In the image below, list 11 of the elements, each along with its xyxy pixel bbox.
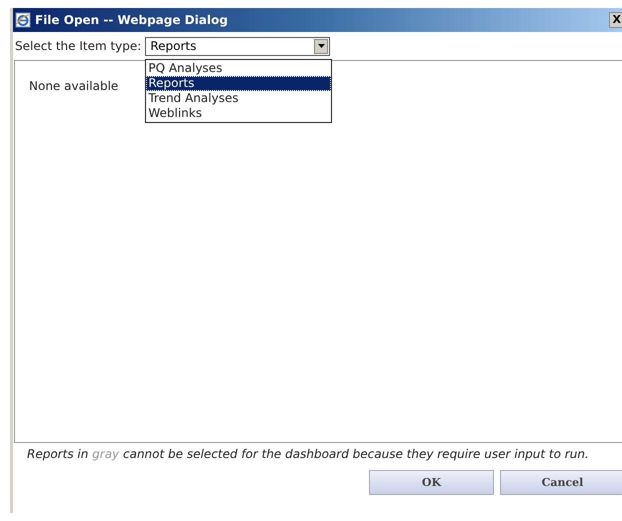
cancel-button[interactable]: Cancel	[500, 470, 622, 495]
empty-message: None available	[29, 79, 118, 93]
ok-button[interactable]: OK	[369, 470, 494, 495]
close-button[interactable]: X	[608, 12, 622, 28]
caret-icon	[318, 44, 325, 48]
browser-icon	[15, 12, 31, 28]
note-text: Reports in gray cannot be selected for the dashboard because they require user input to run.	[27, 447, 590, 462]
dropdown-option[interactable]: Trend Analyses	[146, 90, 332, 106]
dropdown-option[interactable]: Reports	[146, 76, 332, 90]
window-title: File Open -- Webpage Dialog	[35, 13, 229, 27]
item-type-label: Select the Item type:	[15, 39, 142, 53]
